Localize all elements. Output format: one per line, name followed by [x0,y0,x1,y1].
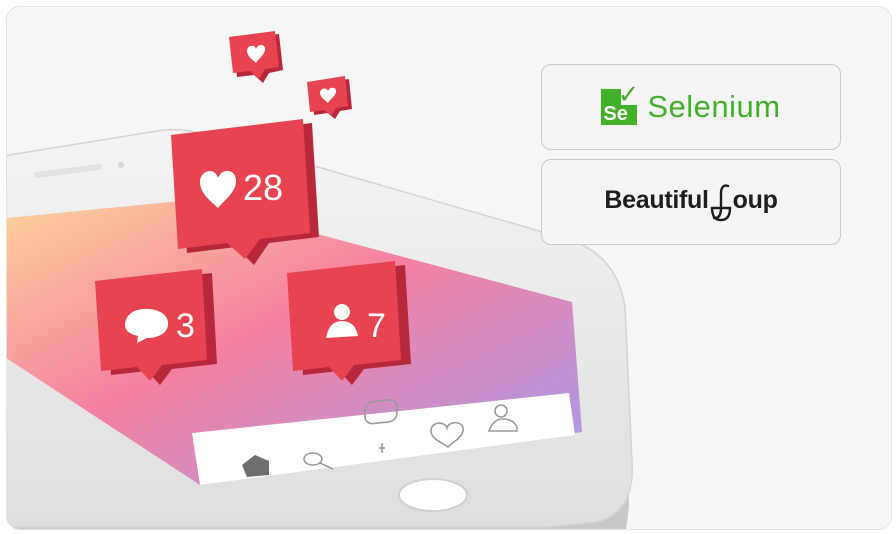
soup-ladle-icon [710,184,731,222]
likes-count: 28 [243,167,283,208]
tiny-heart-bubble [307,76,352,119]
phone-camera [118,162,124,168]
comments-count: 3 [176,307,195,345]
followers-count: 7 [367,307,386,345]
beautifulsoup-logo: Beautiful oup [604,182,778,222]
banner-card: 28 3 7 ✓ Se Selenium Beautiful oup [6,6,892,530]
selenium-logo-box: ✓ Se Selenium [541,64,841,150]
selenium-name: Selenium [647,89,781,124]
small-heart-bubble [229,31,283,83]
selenium-mark-icon: ✓ Se [601,79,640,125]
phone-home-button [398,478,468,512]
beautifulsoup-logo-box: Beautiful oup [541,159,841,245]
